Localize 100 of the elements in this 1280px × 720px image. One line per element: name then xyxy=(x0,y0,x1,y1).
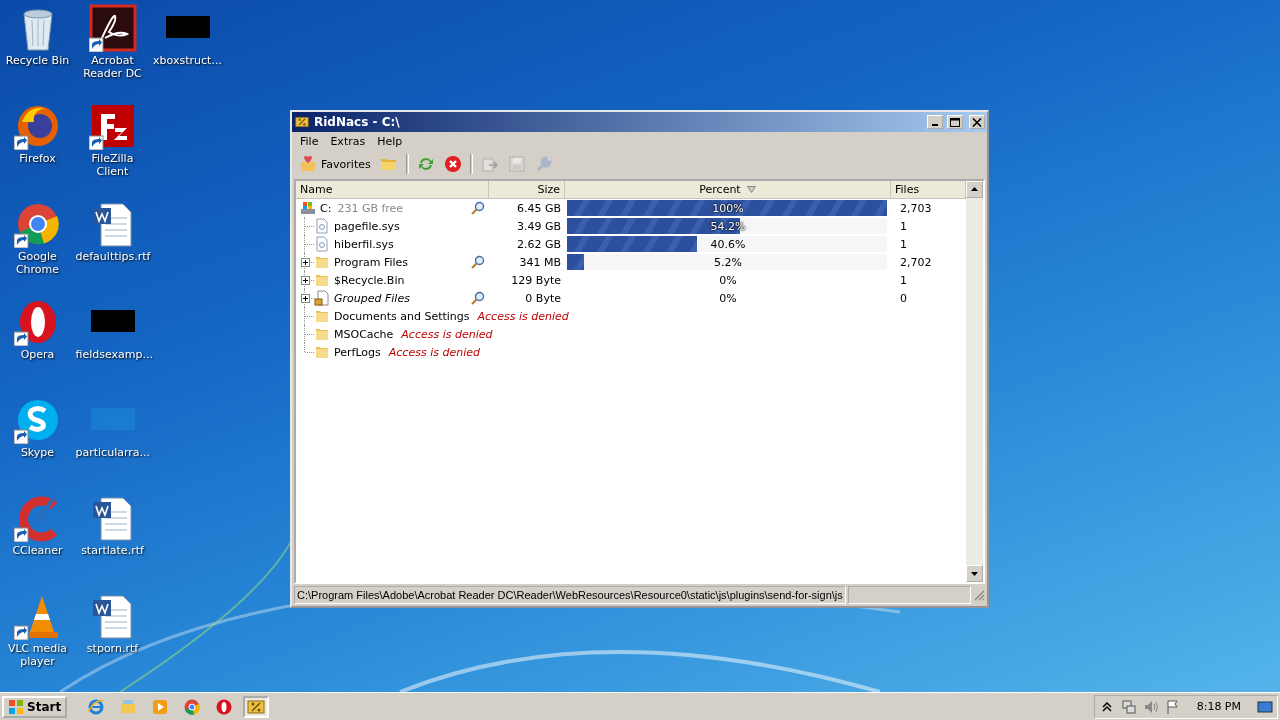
percent-text: 0% xyxy=(719,273,737,287)
file-icon xyxy=(314,236,330,252)
stop-icon xyxy=(443,155,462,173)
network-icon[interactable] xyxy=(1120,698,1137,715)
desktop-icon-label[interactable]: Firefox xyxy=(0,152,75,165)
word-icon[interactable] xyxy=(92,497,131,541)
expand-button[interactable] xyxy=(300,275,310,285)
size-text: 3.49 GB xyxy=(516,219,561,233)
desktop-icon-label[interactable]: fieldsexamp... xyxy=(75,348,150,361)
column-header[interactable]: Percent xyxy=(565,181,891,198)
file-count: 1 xyxy=(900,273,907,287)
search-icon[interactable] xyxy=(471,255,485,269)
desktop-icon-label[interactable]: Skype xyxy=(0,446,75,459)
percent-text: 100% xyxy=(712,201,744,215)
item-name[interactable]: MSOCache xyxy=(334,327,394,341)
maximize-button[interactable] xyxy=(947,115,963,129)
desktop-icon-label[interactable]: stporn.rtf xyxy=(75,642,150,655)
desktop-icon-label[interactable]: particularra... xyxy=(75,446,150,459)
dark-icon[interactable] xyxy=(165,16,210,38)
app-icon xyxy=(294,115,310,129)
desktop-icon-label[interactable]: VLC media player xyxy=(0,642,75,668)
clock[interactable]: 8:18 PM xyxy=(1196,700,1241,713)
skype-icon[interactable] xyxy=(17,400,58,440)
word-icon[interactable] xyxy=(92,203,131,247)
chrome-icon[interactable] xyxy=(17,204,59,245)
desktop-icon-label[interactable]: Acrobat Reader DC xyxy=(75,54,150,80)
folder-icon xyxy=(314,272,330,288)
resize-grip[interactable] xyxy=(973,589,985,601)
desktop-icon-label[interactable]: Opera xyxy=(0,348,75,361)
acrobat-icon[interactable] xyxy=(89,4,136,52)
column-header[interactable]: Name xyxy=(296,181,489,198)
desktop-icon-label[interactable]: Recycle Bin xyxy=(0,54,75,67)
ccleaner-icon[interactable] xyxy=(18,496,57,542)
percent-text: 0% xyxy=(719,291,737,305)
favorites-button[interactable]: Favorites xyxy=(296,153,374,175)
file-count: 2,702 xyxy=(900,255,932,269)
ie-icon xyxy=(87,697,106,716)
scroll-down-button[interactable] xyxy=(966,565,983,582)
item-name[interactable]: pagefile.sys xyxy=(334,219,400,233)
desktop-icon-label[interactable]: startlate.rtf xyxy=(75,544,150,557)
save-icon xyxy=(507,155,526,173)
desktop-icon-label[interactable]: Google Chrome xyxy=(0,250,75,276)
desktop-icon-label[interactable]: xboxstruct... xyxy=(150,54,225,67)
explorer-icon xyxy=(119,697,138,716)
scroll-up-button[interactable] xyxy=(966,181,983,198)
folder-icon xyxy=(314,326,330,342)
recycle-icon[interactable] xyxy=(23,9,52,51)
size-text: 2.62 GB xyxy=(516,237,561,251)
file-count: 2,703 xyxy=(900,201,932,215)
menu-item[interactable]: File xyxy=(294,135,325,148)
search-icon[interactable] xyxy=(471,201,485,215)
firefox-icon[interactable] xyxy=(17,106,58,146)
media-icon xyxy=(151,697,170,716)
file-count: 1 xyxy=(900,219,907,233)
folder-icon xyxy=(314,254,330,270)
desktop-icon-label[interactable]: CCleaner xyxy=(0,544,75,557)
maximize-icon xyxy=(950,117,960,127)
desktop-icon-label[interactable]: defaulttips.rtf xyxy=(75,250,150,263)
folder-icon xyxy=(314,308,330,324)
minimize-icon xyxy=(932,124,938,126)
refresh-icon xyxy=(416,155,435,173)
column-header[interactable]: Size xyxy=(489,181,565,198)
error-text: Access is denied xyxy=(477,309,569,323)
item-name[interactable]: $Recycle.Bin xyxy=(334,273,405,287)
percent-text: 5.2% xyxy=(714,255,742,269)
flag-icon[interactable] xyxy=(1164,698,1181,715)
close-button[interactable] xyxy=(969,115,985,129)
vlc-icon[interactable] xyxy=(28,596,58,638)
item-name[interactable]: Program Files xyxy=(334,255,409,269)
error-text: Access is denied xyxy=(401,327,493,341)
close-icon xyxy=(972,117,982,127)
item-name[interactable]: Grouped Files xyxy=(334,291,410,305)
menu-item[interactable]: Extras xyxy=(324,135,372,148)
expand-button[interactable] xyxy=(300,293,310,303)
expand-button[interactable] xyxy=(300,257,310,267)
ridnacs-taskbar-button[interactable] xyxy=(243,695,270,718)
word-icon[interactable] xyxy=(92,595,131,639)
item-name[interactable]: PerfLogs xyxy=(334,345,381,359)
window-title: RidNacs - C:\ xyxy=(314,115,401,129)
filezilla-icon[interactable] xyxy=(91,105,134,147)
start-button[interactable]: Start xyxy=(2,695,68,718)
file-count: 0 xyxy=(900,291,907,305)
plus-icon xyxy=(301,276,309,284)
size-text: 0 Byte xyxy=(525,291,561,305)
item-name[interactable]: C: xyxy=(320,201,332,215)
windows-logo-icon xyxy=(8,698,24,715)
error-text: Access is denied xyxy=(388,345,480,359)
search-icon[interactable] xyxy=(471,291,485,305)
dark-icon[interactable] xyxy=(90,310,135,332)
menu-item[interactable]: Help xyxy=(371,135,409,148)
item-name[interactable]: hiberfil.sys xyxy=(334,237,394,251)
item-name[interactable]: Documents and Settings xyxy=(334,309,470,323)
size-text: 6.45 GB xyxy=(516,201,561,215)
opera-icon xyxy=(215,697,234,716)
minimize-button[interactable] xyxy=(927,115,943,129)
size-text: 341 MB xyxy=(519,255,561,269)
opera-icon[interactable] xyxy=(19,301,56,343)
show-desktop-icon[interactable] xyxy=(1257,698,1273,715)
desktop-icon-label[interactable]: FileZilla Client xyxy=(75,152,150,178)
scrollbar[interactable] xyxy=(966,181,983,582)
